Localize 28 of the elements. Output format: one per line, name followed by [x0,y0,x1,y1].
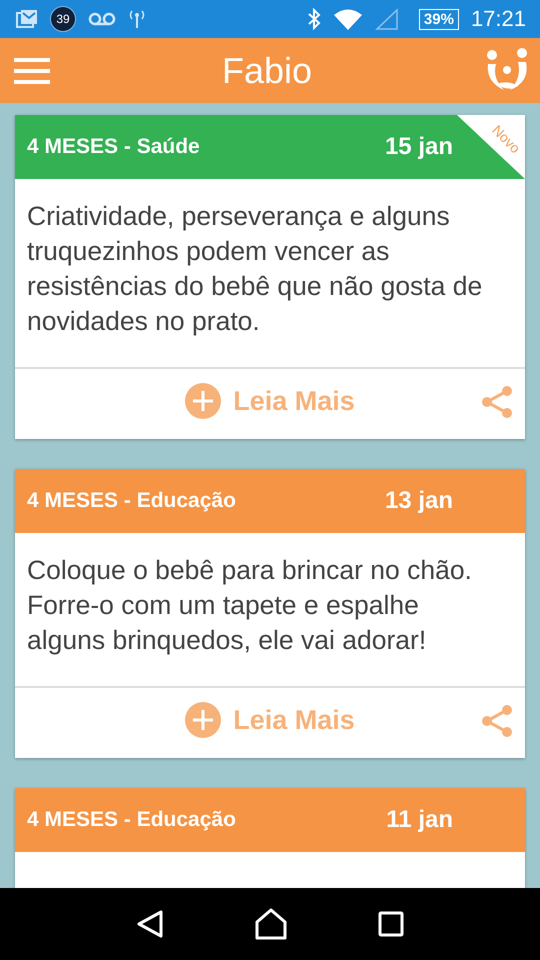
notification-count: 39 [50,6,76,32]
read-more-button[interactable]: Leia Mais [185,383,355,419]
share-icon[interactable] [481,385,513,419]
card-text: Coloque o bebê para brincar no chão. Forre-o com um tapete e espalhe alguns brinquedos, ele vai adorar! [27,554,473,657]
clock: 17:21 [470,6,526,32]
card-date: 15 jan [384,133,453,161]
back-icon[interactable] [136,909,164,939]
bluetooth-icon [306,8,321,30]
share-icon[interactable] [481,704,513,738]
card-text: Criatividade, perseverança e alguns truquezinhos podem vencer as resistências do bebê que não gosta de novidades no prato. [27,200,484,338]
antenna-icon [128,9,146,29]
signal-icon [374,8,399,30]
plus-icon [185,383,222,419]
card-category: 4 MESES - Saúde [27,135,200,159]
read-more-button[interactable]: Leia Mais [185,702,355,738]
card-category: 4 MESES - Educação [27,489,236,513]
card-date: 11 jan [386,806,453,834]
app-title: Fabio [222,50,312,92]
menu-icon[interactable] [14,58,50,84]
home-icon[interactable] [254,908,287,940]
recents-icon[interactable] [378,911,404,937]
card-category: 4 MESES - Educação [27,808,236,832]
battery-level: 39% [418,8,459,30]
mail-icon [16,9,38,29]
card-date: 13 jan [384,487,453,515]
wifi-icon [332,8,363,30]
plus-icon [185,702,222,738]
voicemail-icon [88,12,116,26]
